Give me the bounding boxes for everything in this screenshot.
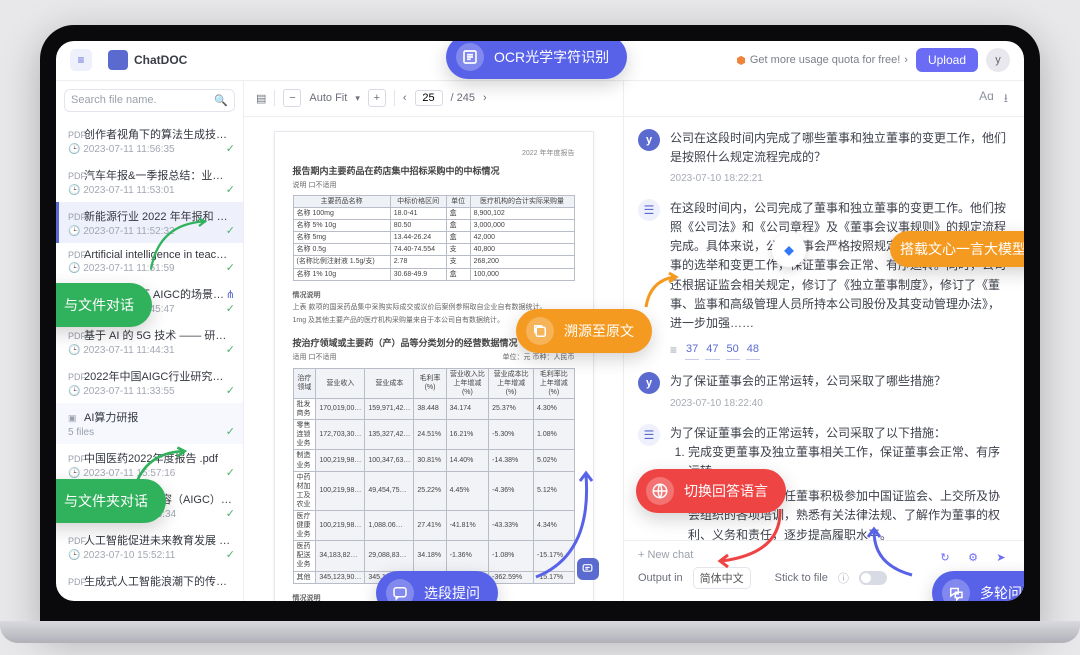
- avatar[interactable]: y: [986, 48, 1010, 72]
- zoom-out-button[interactable]: −: [283, 89, 301, 107]
- sidebar-item[interactable]: PDF生成式人工智能浪潮下的传播…: [56, 567, 243, 595]
- check-icon: ✓: [226, 425, 235, 438]
- output-in-label: Output in: [638, 572, 683, 584]
- stick-toggle[interactable]: [859, 571, 887, 585]
- search-input[interactable]: Search file name. 🔍: [64, 89, 235, 112]
- refs-icon: ≡: [670, 341, 677, 360]
- sidebar: Search file name. 🔍 PDF创作者视角下的算法生成技术…🕒 2…: [56, 81, 244, 601]
- text-style-button[interactable]: Aɑ: [979, 89, 994, 108]
- pdf-icon: PDF: [68, 536, 80, 546]
- settings-button[interactable]: ⚙: [964, 549, 982, 567]
- pdf-icon: PDF: [68, 454, 80, 464]
- check-icon: ✓: [226, 183, 235, 196]
- chat-message-bot: ☰ 在这段时间内，公司完成了董事和独立董事的变更工作。他们按照《公司法》和《公司…: [638, 199, 1010, 361]
- quota-link[interactable]: ⬢ Get more usage quota for free! ›: [736, 54, 908, 67]
- search-icon: 🔍: [214, 94, 228, 107]
- brand-name: ChatDOC: [134, 53, 187, 67]
- chat-multi-icon: [942, 579, 970, 601]
- ref-link[interactable]: 37: [685, 341, 699, 360]
- sidebar-item[interactable]: PDF汽车年报&一季报总结：业绩…🕒 2023-07-11 11:53:01✓: [56, 161, 243, 202]
- callout-source: 溯源至原文: [516, 309, 652, 353]
- bot-avatar: ☰: [638, 424, 660, 446]
- check-icon: ✓: [226, 548, 235, 561]
- ref-link[interactable]: 47: [705, 341, 719, 360]
- globe-icon: [646, 477, 674, 505]
- share-icon[interactable]: ⋔: [226, 288, 235, 301]
- pdf-icon: PDF: [68, 171, 80, 181]
- folder-icon: ▣: [68, 413, 80, 424]
- callout-multi-turn: 多轮问答: [932, 571, 1024, 601]
- check-icon: ✓: [226, 507, 235, 520]
- zoom-label[interactable]: Auto Fit: [309, 92, 347, 104]
- doc-page[interactable]: 2022 年年度报告 报告期内主要药品在药店集中招标采购中的中标情况 说明 口不…: [274, 131, 594, 601]
- check-icon: ✓: [226, 261, 235, 274]
- pdf-icon: PDF: [68, 577, 80, 587]
- doc-table-2: 治疗领域营业收入营业成本毛利率(%)营业收入比上年增减(%)营业成本比上年增减(…: [293, 368, 575, 584]
- brand: ChatDOC: [108, 50, 187, 70]
- page-total: / 245: [451, 92, 475, 104]
- check-icon: ✓: [226, 224, 235, 237]
- sidebar-item[interactable]: PDFArtificial intelligence in teach…🕒 20…: [56, 243, 243, 280]
- refresh-button[interactable]: ↻: [936, 549, 954, 567]
- upload-button[interactable]: Upload: [916, 48, 978, 72]
- brand-icon: [108, 50, 128, 70]
- check-icon: ✓: [226, 142, 235, 155]
- page-input[interactable]: [415, 90, 443, 106]
- send-button[interactable]: ➤: [992, 549, 1010, 567]
- check-icon: ✓: [226, 384, 235, 397]
- sidebar-item[interactable]: ▣AI算力研报5 files✓: [56, 403, 243, 444]
- doc-header: 2022 年年度报告: [293, 148, 575, 158]
- callout-select-ask: 选段提问: [376, 571, 498, 601]
- check-icon: ✓: [226, 302, 235, 315]
- sidebar-item[interactable]: PDF基于 AI 的 5G 技术 —— 研究…🕒 2023-07-11 11:4…: [56, 321, 243, 362]
- model-badge-icon: ◆: [772, 233, 806, 267]
- select-ask-button[interactable]: [577, 558, 599, 580]
- bot-avatar: ☰: [638, 199, 660, 221]
- pdf-icon: PDF: [68, 250, 80, 260]
- page-next-button[interactable]: ›: [483, 92, 487, 104]
- ocr-icon: [456, 43, 484, 71]
- user-avatar: y: [638, 372, 660, 394]
- section-title: 报告期内主要药品在药店集中招标采购中的中标情况: [293, 164, 575, 177]
- pdf-icon: PDF: [68, 130, 80, 140]
- chat-panel: Aɑ ⭳ y 公司在这段时间内完成了哪些董事和独立董事的变更工作，他们是按照什么…: [624, 81, 1024, 601]
- chevron-down-icon: ▾: [355, 93, 360, 104]
- callout-ocr: OCR光学字符识别: [446, 41, 627, 79]
- download-button[interactable]: ⭳: [1004, 89, 1008, 108]
- sidebar-item[interactable]: PDF2022年中国AIGC行业研究报…🕒 2023-07-11 11:33:5…: [56, 362, 243, 403]
- chat-message-user: y 公司在这段时间内完成了哪些董事和独立董事的变更工作，他们是按照什么规定流程完…: [638, 129, 1010, 187]
- zoom-in-button[interactable]: +: [368, 89, 386, 107]
- user-avatar: y: [638, 129, 660, 151]
- viewer-toolbar: ▤ − Auto Fit ▾ + ‹ / 245 ›: [244, 81, 623, 117]
- app-logo: ≡: [70, 49, 92, 71]
- gift-icon: ⬢: [736, 54, 746, 67]
- sidebar-item[interactable]: PDF创作者视角下的算法生成技术…🕒 2023-07-11 11:56:35✓: [56, 120, 243, 161]
- chat-icon: [386, 579, 414, 601]
- copy-icon: [526, 317, 554, 345]
- chevron-right-icon: ›: [904, 54, 908, 66]
- sidebar-item[interactable]: PDF人工智能促进未来教育发展 本…🕒 2023-07-10 15:52:11✓: [56, 526, 243, 567]
- callout-file-chat: 与文件对话: [56, 283, 152, 327]
- callout-switch-lang: 切换回答语言: [636, 469, 786, 513]
- check-icon: ✓: [226, 466, 235, 479]
- ref-link[interactable]: 50: [726, 341, 740, 360]
- ref-link[interactable]: 48: [746, 341, 760, 360]
- page-prev-button[interactable]: ‹: [403, 92, 407, 104]
- select-tool-icon[interactable]: ▤: [256, 92, 266, 105]
- pdf-icon: PDF: [68, 372, 80, 382]
- callout-model: 搭载文心一言大模型: [890, 231, 1024, 267]
- chat-toolbar: Aɑ ⭳: [624, 81, 1024, 117]
- source-refs: ≡ 37 47 50 48: [670, 341, 1010, 360]
- callout-folder-chat: 与文件夹对话: [56, 479, 166, 523]
- stick-label: Stick to file: [775, 572, 828, 584]
- new-chat-button[interactable]: + New chat ↻ ⚙ ➤: [638, 549, 1010, 561]
- pdf-icon: PDF: [68, 331, 80, 341]
- check-icon: ✓: [226, 343, 235, 356]
- pdf-icon: PDF: [68, 212, 80, 222]
- sidebar-item[interactable]: PDF新能源行业 2022 年年报和 20…🕒 2023-07-11 11:52…: [56, 202, 243, 243]
- info-icon[interactable]: ⓘ: [838, 570, 849, 586]
- chat-message-user: y 为了保证董事会的正常运转，公司采取了哪些措施？ 2023-07-10 18:…: [638, 372, 1010, 411]
- doc-table-1: 主要药品名称中标价格区间单位医疗机构的合计实际采购量名称 100mg18.0-4…: [293, 195, 575, 281]
- output-lang-select[interactable]: 简体中文: [693, 567, 751, 589]
